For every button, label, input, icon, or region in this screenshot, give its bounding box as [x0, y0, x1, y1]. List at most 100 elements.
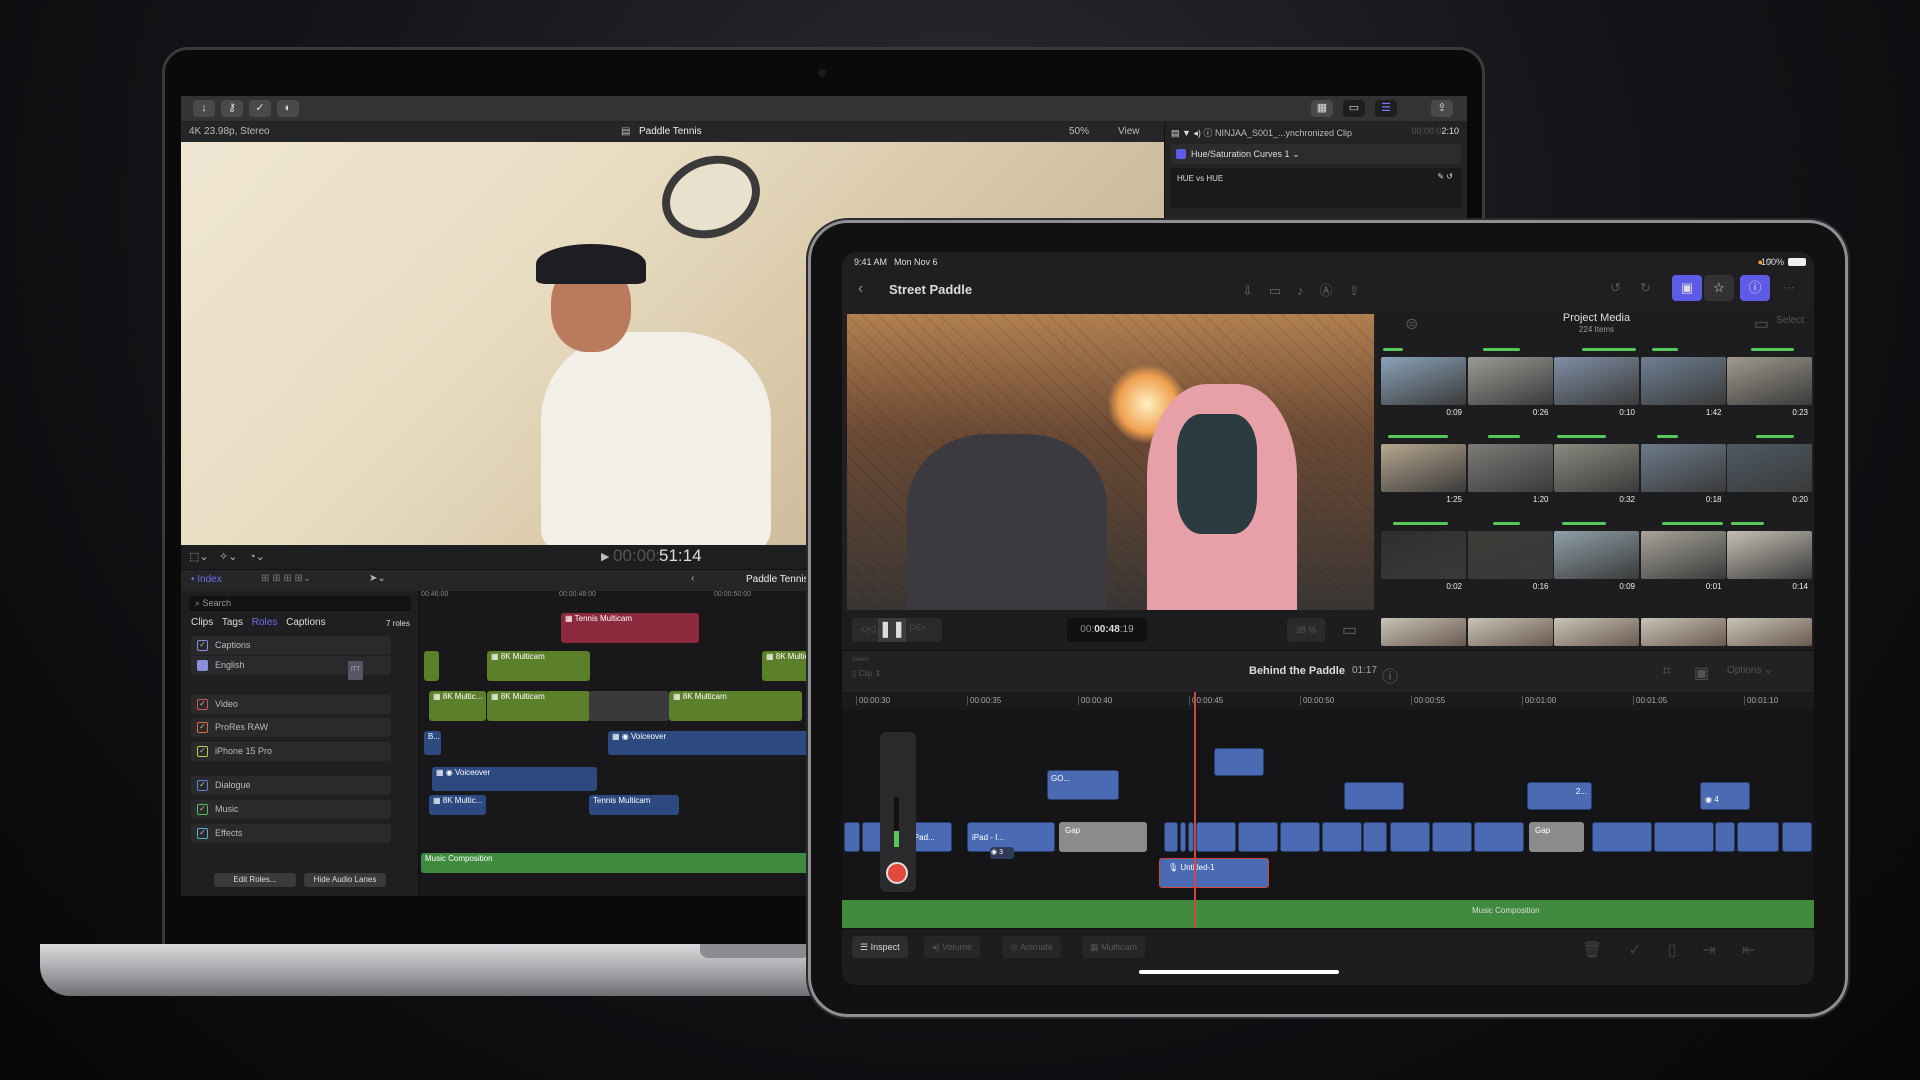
- storyline-clip[interactable]: [1322, 822, 1362, 852]
- nav-tool-icons[interactable]: ⇩▭♪Ⓐ⇪: [1242, 280, 1376, 299]
- storyline-clip[interactable]: [1196, 822, 1236, 852]
- select-mode[interactable]: ▯ Clip ⇕: [852, 669, 881, 678]
- role-prores-raw[interactable]: ✓ ProRes RAW: [191, 718, 391, 737]
- check-icon[interactable]: ✓: [249, 100, 271, 117]
- role-iphone[interactable]: ✓ iPhone 15 Pro: [191, 742, 391, 761]
- media-thumbnail[interactable]: [1640, 357, 1726, 405]
- display-icon[interactable]: ▭: [1342, 620, 1357, 640]
- clip-8k-multicam-short[interactable]: ▦ 8K Multic...: [429, 691, 486, 721]
- clip-dialogue[interactable]: B... ogue: [424, 731, 441, 755]
- clip-untitled-voiceover[interactable]: 🎙 Untitled-1: [1159, 858, 1269, 888]
- animate-button[interactable]: ◎ Animate: [1002, 936, 1061, 958]
- edit-action-icons[interactable]: 🗑✓▯⇥⇤: [1582, 940, 1781, 960]
- media-thumbnail[interactable]: [1640, 444, 1726, 492]
- storyline-clip[interactable]: [1432, 822, 1472, 852]
- zoom-dropdown[interactable]: 50%: [1069, 126, 1089, 137]
- tab-roles[interactable]: Roles: [252, 617, 278, 628]
- info-icon[interactable]: ⓘ: [1382, 663, 1398, 687]
- forward-button[interactable]: ▷▷: [910, 622, 925, 633]
- clip-8k-multicam-audio[interactable]: ▦ 8K Multic...: [429, 795, 486, 815]
- role-effects[interactable]: ✓ Effects: [191, 824, 391, 843]
- clip-voiceover[interactable]: ▦ ◉ Voiceover: [608, 731, 808, 755]
- storyline-clip[interactable]: [1180, 822, 1186, 852]
- clip-8k-multicam[interactable]: ▦ 8K Multicam: [487, 651, 590, 681]
- hide-audio-lanes-button[interactable]: Hide Audio Lanes: [304, 873, 386, 887]
- media-thumbnail[interactable]: [1640, 618, 1726, 646]
- storyline-clip[interactable]: [1782, 822, 1812, 852]
- role-english[interactable]: English ITT: [191, 656, 391, 680]
- clip-gap[interactable]: Gap: [1059, 822, 1147, 852]
- index-button[interactable]: • Index: [191, 574, 222, 585]
- share-icon[interactable]: ⇪: [1431, 100, 1453, 117]
- tab-clips[interactable]: Clips: [191, 617, 213, 628]
- effects-browser-icon[interactable]: ☆: [1704, 275, 1734, 301]
- storyline-clip[interactable]: [844, 822, 860, 852]
- multicam-button[interactable]: ▦ Multicam: [1082, 936, 1146, 958]
- enhance-icon[interactable]: ✧⌄: [219, 550, 237, 563]
- clip-gap[interactable]: [589, 691, 669, 721]
- pause-button[interactable]: ❚❚: [878, 618, 906, 642]
- clip-tennis-multicam-audio[interactable]: Tennis Multicam: [589, 795, 679, 815]
- storyline-clip[interactable]: [1363, 822, 1387, 852]
- tab-tags[interactable]: Tags: [222, 617, 243, 628]
- clip-8k-multicam[interactable]: [424, 651, 439, 681]
- playhead[interactable]: [1194, 692, 1196, 928]
- options-dropdown[interactable]: Options ⌄: [1727, 665, 1773, 676]
- storyline-clip[interactable]: [1474, 822, 1524, 852]
- more-icon[interactable]: ⋯: [1782, 280, 1795, 296]
- media-thumbnail[interactable]: [1381, 357, 1466, 405]
- storyline-clip[interactable]: [1238, 822, 1278, 852]
- back-arrow-icon[interactable]: ‹: [691, 573, 694, 584]
- clip-angle-4[interactable]: ◉ 4: [1700, 782, 1750, 810]
- snapping-icon[interactable]: ⌗: [1662, 663, 1671, 681]
- role-music[interactable]: ✓ Music: [191, 800, 391, 819]
- role-video[interactable]: ✓ Video: [191, 695, 391, 714]
- clip-two[interactable]: 2...: [1527, 782, 1592, 810]
- import-icon[interactable]: ↓: [193, 100, 215, 117]
- timecode-display[interactable]: 00:00:48:19: [1067, 618, 1147, 642]
- media-thumbnail[interactable]: [1554, 531, 1639, 579]
- play-icon[interactable]: ▶: [601, 550, 609, 563]
- view-dropdown[interactable]: View: [1118, 126, 1140, 137]
- eyedropper-icon[interactable]: ✎ ↺: [1437, 172, 1453, 181]
- clip-8k-multicam[interactable]: ▦ 8K Multicam: [669, 691, 802, 721]
- clip-voiceover[interactable]: ▦ ◉ Voiceover: [432, 767, 597, 791]
- select-button[interactable]: Select: [1776, 315, 1804, 326]
- storyline-clip[interactable]: [1592, 822, 1652, 852]
- media-thumbnail[interactable]: [1554, 357, 1639, 405]
- role-captions[interactable]: ✓ Captions: [191, 636, 391, 655]
- storyline-clip[interactable]: [1654, 822, 1714, 852]
- back-icon[interactable]: ‹: [858, 280, 863, 298]
- volume-button[interactable]: ◂) Volume: [924, 936, 981, 958]
- keyword-icon[interactable]: ⚷: [221, 100, 243, 117]
- grid-icon[interactable]: ▦: [1311, 100, 1333, 117]
- media-thumbnail[interactable]: [1381, 618, 1466, 646]
- select-tool-icon[interactable]: ➤⌄: [369, 573, 386, 584]
- media-thumbnail[interactable]: [1467, 357, 1553, 405]
- media-thumbnail[interactable]: [1727, 531, 1812, 579]
- skimming-icon[interactable]: ▣: [1694, 663, 1709, 683]
- photos-browser-icon[interactable]: ▣: [1672, 275, 1702, 301]
- role-dialogue[interactable]: ✓ Dialogue: [191, 776, 391, 795]
- storyline-clip[interactable]: [862, 822, 882, 852]
- view-options-icon[interactable]: ▭: [1754, 314, 1769, 334]
- speed-icon[interactable]: ◔⌄: [249, 550, 265, 563]
- media-thumbnail[interactable]: [1554, 618, 1639, 646]
- clip-gopro[interactable]: GO...: [1047, 770, 1119, 800]
- inspect-button[interactable]: ☰ Inspect: [852, 936, 908, 958]
- storyline-clip[interactable]: [1715, 822, 1735, 852]
- clip-upper[interactable]: [1214, 748, 1264, 776]
- inspector-icon[interactable]: ☰: [1375, 100, 1397, 117]
- background-tasks-icon[interactable]: ◐: [277, 100, 299, 117]
- transform-icon[interactable]: ⬚⌄: [189, 550, 209, 563]
- storyline-clip[interactable]: [1164, 822, 1178, 852]
- storyline-clip[interactable]: [1390, 822, 1430, 852]
- media-thumbnail[interactable]: [1727, 618, 1812, 646]
- inspector-tab-icons[interactable]: ▤ ▼ ◂) ⓘ: [1171, 128, 1212, 138]
- effect-checkbox[interactable]: [1176, 149, 1186, 159]
- clip-8k-multicam[interactable]: ▦ 8K Multicam: [487, 691, 590, 721]
- filmstrip-icon[interactable]: ▭: [1343, 100, 1365, 117]
- inspector-toggle-icon[interactable]: ⓘ: [1740, 275, 1770, 301]
- tab-captions[interactable]: Captions: [286, 617, 325, 628]
- media-thumbnail[interactable]: [1381, 444, 1466, 492]
